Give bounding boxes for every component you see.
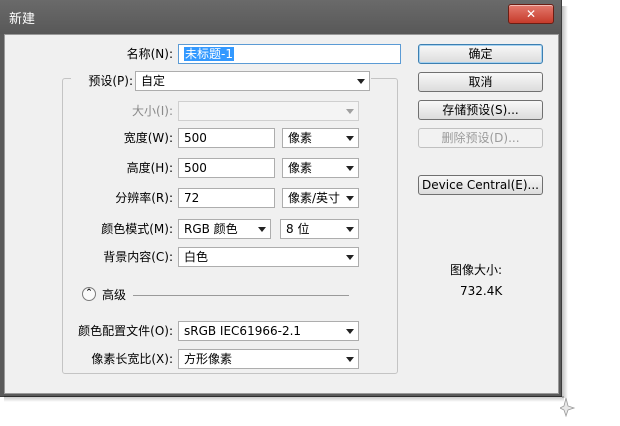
ok-button[interactable]: 确定 xyxy=(418,44,543,64)
chevron-down-icon xyxy=(258,227,266,232)
chevron-down-icon xyxy=(346,166,354,171)
preset-select[interactable]: 自定 xyxy=(135,71,370,91)
color-mode-value: RGB 颜色 xyxy=(184,222,238,236)
delete-preset-button[interactable]: 删除预设(D)... xyxy=(418,128,543,148)
window-shadow-right xyxy=(562,6,568,398)
width-input[interactable]: 500 xyxy=(178,128,275,148)
resolution-input[interactable]: 72 xyxy=(178,188,275,208)
chevron-down-icon xyxy=(357,79,365,84)
preset-value: 自定 xyxy=(141,74,166,88)
background-value: 白色 xyxy=(184,250,209,264)
advanced-toggle-icon[interactable]: ⌃ xyxy=(82,287,96,301)
width-label: 宽度(W): xyxy=(123,131,173,145)
sparkle-decoration-icon xyxy=(560,397,576,418)
height-input[interactable]: 500 xyxy=(178,158,275,178)
height-unit-select[interactable]: 像素 xyxy=(282,158,359,178)
background-label: 背景内容(C): xyxy=(103,250,173,264)
width-unit: 像素 xyxy=(288,131,313,145)
image-size-value: 732.4K xyxy=(460,284,503,298)
size-select[interactable] xyxy=(178,101,359,121)
width-unit-select[interactable]: 像素 xyxy=(282,128,359,148)
color-profile-label: 颜色配置文件(O): xyxy=(78,324,173,338)
new-document-dialog: 新建 ✕ 名称(N): 未标题-1 预设(P): 自定 大小(I): 宽度(W)… xyxy=(0,0,561,396)
close-icon: ✕ xyxy=(525,7,537,21)
pixel-aspect-value: 方形像素 xyxy=(184,352,233,366)
color-profile-value: sRGB IEC61966-2.1 xyxy=(184,324,302,338)
resolution-unit: 像素/英寸 xyxy=(288,191,341,205)
chevron-down-icon xyxy=(346,196,354,201)
height-label: 高度(H): xyxy=(126,161,173,175)
dialog-content: 名称(N): 未标题-1 预设(P): 自定 大小(I): 宽度(W): 500… xyxy=(4,34,559,394)
image-size-label: 图像大小: xyxy=(450,263,503,277)
resolution-label: 分辨率(R): xyxy=(115,191,173,205)
close-button[interactable]: ✕ xyxy=(508,4,554,24)
name-value: 未标题-1 xyxy=(184,47,234,61)
advanced-divider xyxy=(133,295,349,296)
window-shadow-bottom xyxy=(4,396,564,402)
height-value: 500 xyxy=(184,161,207,175)
pixel-aspect-select[interactable]: 方形像素 xyxy=(178,349,359,369)
chevron-down-icon xyxy=(346,357,354,362)
advanced-label[interactable]: 高级 xyxy=(102,285,126,305)
width-value: 500 xyxy=(184,131,207,145)
title-bar[interactable]: 新建 ✕ xyxy=(0,0,561,34)
pixel-aspect-label: 像素长宽比(X): xyxy=(91,352,173,366)
chevron-down-icon xyxy=(346,227,354,232)
size-label: 大小(I): xyxy=(132,104,173,118)
bit-depth-select[interactable]: 8 位 xyxy=(280,219,359,239)
cancel-button[interactable]: 取消 xyxy=(418,72,543,92)
name-input[interactable]: 未标题-1 xyxy=(178,44,401,64)
dialog-title: 新建 xyxy=(9,12,36,27)
resolution-unit-select[interactable]: 像素/英寸 xyxy=(282,188,359,208)
color-mode-select[interactable]: RGB 颜色 xyxy=(178,219,271,239)
chevron-down-icon xyxy=(346,329,354,334)
bit-depth-value: 8 位 xyxy=(286,222,310,236)
chevron-down-icon xyxy=(346,255,354,260)
chevron-down-icon xyxy=(346,109,354,114)
name-label: 名称(N): xyxy=(126,47,173,61)
chevron-down-icon xyxy=(346,136,354,141)
resolution-value: 72 xyxy=(184,191,200,205)
color-mode-label: 颜色模式(M): xyxy=(101,222,173,236)
preset-label: 预设(P): xyxy=(88,74,133,88)
color-profile-select[interactable]: sRGB IEC61966-2.1 xyxy=(178,321,359,341)
background-select[interactable]: 白色 xyxy=(178,247,359,267)
device-central-button[interactable]: Device Central(E)... xyxy=(418,175,543,195)
save-preset-button[interactable]: 存储预设(S)... xyxy=(418,100,543,120)
height-unit: 像素 xyxy=(288,161,313,175)
